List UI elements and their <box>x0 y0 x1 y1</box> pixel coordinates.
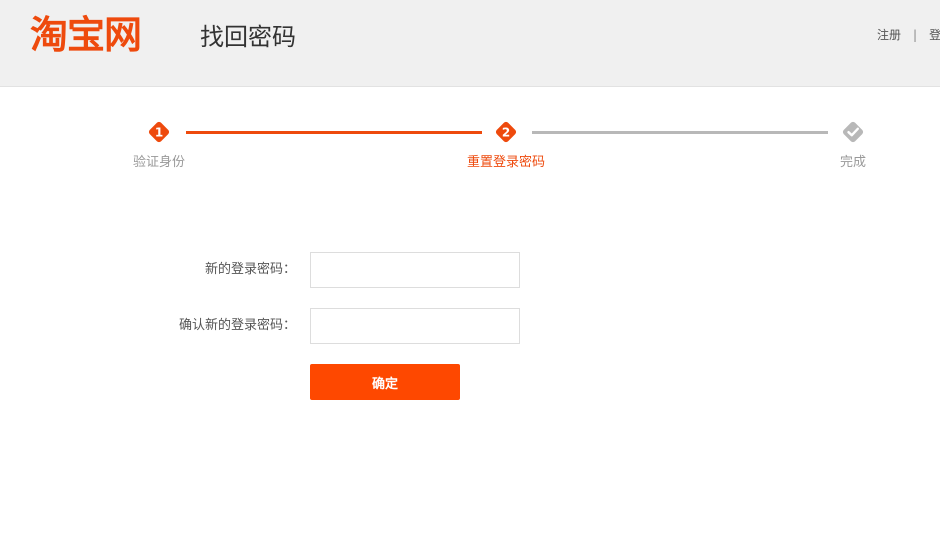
new-password-input[interactable] <box>310 252 520 288</box>
register-link[interactable]: 注册 <box>877 28 901 42</box>
step-1-number: 1 <box>155 126 163 140</box>
site-header: 淘宝网 找回密码 注册 | 登 <box>0 0 940 87</box>
checkmark-icon <box>842 121 864 143</box>
progress-steps: 1 验证身份 2 重置登录密码 完成 <box>0 110 940 180</box>
step-2-number: 2 <box>502 126 510 140</box>
confirm-button[interactable]: 确定 <box>310 364 460 400</box>
step-2-label: 重置登录密码 <box>466 155 545 170</box>
confirm-password-input[interactable] <box>310 308 520 344</box>
diamond-badge-icon: 1 <box>148 121 170 143</box>
step-3-marker <box>841 120 865 144</box>
step-connector-todo <box>532 131 828 134</box>
confirm-password-label: 确认新的登录密码： <box>178 318 296 333</box>
new-password-label: 新的登录密码： <box>204 262 296 277</box>
step-connector-done <box>186 131 482 134</box>
new-password-row: 新的登录密码： <box>0 252 940 288</box>
link-separator: | <box>913 28 918 42</box>
step-1-label: 验证身份 <box>132 155 185 170</box>
taobao-logo[interactable]: 淘宝网 <box>30 10 142 60</box>
step-3-label: 完成 <box>839 155 866 170</box>
diamond-badge-icon: 2 <box>495 121 517 143</box>
page-title: 找回密码 <box>200 23 296 51</box>
step-1-marker: 1 <box>147 120 171 144</box>
step-2-marker: 2 <box>494 120 518 144</box>
confirm-password-row: 确认新的登录密码： <box>0 308 940 344</box>
top-links: 注册 | 登 <box>877 26 940 44</box>
login-link[interactable]: 登 <box>929 28 940 42</box>
